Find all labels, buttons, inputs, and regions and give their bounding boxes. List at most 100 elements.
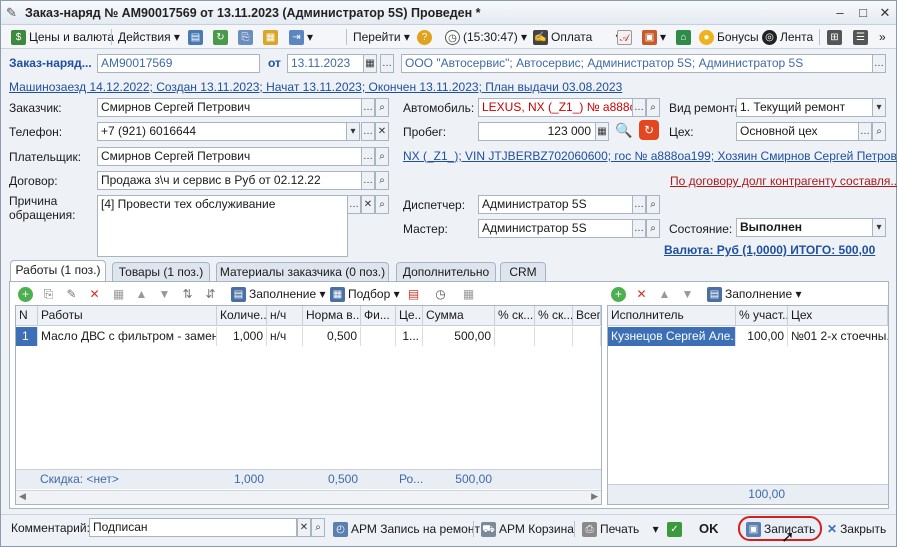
payer-select-button[interactable]: … [361,147,375,166]
phone-dropdown-button[interactable]: ▾ [346,122,360,141]
tab-crm[interactable]: CRM [500,262,546,281]
calculator-icon[interactable]: ▦ [595,122,609,141]
scroll-left-icon[interactable]: ◀ [19,491,26,502]
sort-desc-icon[interactable]: ⇵ [203,287,218,302]
help-button[interactable]: ? [417,27,435,47]
shop-search-icon[interactable]: ⌕ [872,122,886,141]
customer-field[interactable]: Смирнов Сергей Петрович [97,98,362,117]
contract-field[interactable]: Продажа з\ч и сервис в Руб от 02.12.22 [97,171,362,190]
payer-search-icon[interactable]: ⌕ [375,147,389,166]
copy-button[interactable]: ⎘ [238,27,256,47]
col-norm[interactable]: Норма в... [303,306,361,326]
customer-search-icon[interactable]: ⌕ [375,98,389,117]
add-table-icon[interactable]: ▤ [406,287,421,302]
mileage-field[interactable]: 123 000 [478,122,596,141]
shop-select-button[interactable]: … [858,122,872,141]
refresh-mileage-icon[interactable]: ↻ [639,120,659,140]
reason-field[interactable]: [4] Провести тех обслуживание [97,195,348,257]
edit-icon[interactable]: ✎ [64,287,79,302]
date-field[interactable]: 13.11.2023 [287,54,364,73]
delete-icon[interactable]: ✕ [87,287,102,302]
search-mileage-icon[interactable]: 🔍 [615,122,632,139]
payment-menu[interactable]: ✍ Оплата ▾ [533,27,622,47]
maximize-button[interactable]: □ [852,4,874,22]
executor-down-icon[interactable]: ▼ [680,287,695,302]
col-executor[interactable]: Исполнитель [608,306,736,326]
customer-select-button[interactable]: … [361,98,375,117]
state-field[interactable]: Выполнен [736,218,873,237]
print-menu[interactable]: ⎙ Печать ▾ [582,519,659,539]
repair-type-dropdown[interactable]: ▾ [872,98,886,117]
sort-asc-icon[interactable]: ⇅ [180,287,195,302]
refresh-button[interactable]: ↻ [213,27,231,47]
horizontal-scrollbar[interactable]: ◀ ▶ [16,490,601,504]
comment-clear-icon[interactable]: ✕ [297,518,311,537]
master-select-button[interactable]: … [632,219,646,238]
discount-text[interactable]: Скидка: <нет> [40,470,119,489]
executors-fill-menu[interactable]: ▤ Заполнение ▾ [707,284,802,304]
move-up-icon[interactable]: ▲ [134,287,149,302]
sign-button[interactable]: 𝒜 [617,27,635,47]
time-icon[interactable]: ◷ [433,287,448,302]
col-fi[interactable]: Фи... [361,306,396,326]
car-field[interactable]: LEXUS, NX (_Z1_) № а888оа1 [478,98,633,117]
dates-link[interactable]: Машинозаезд 14.12.2022; Создан 13.11.202… [9,80,622,94]
reason-search-icon[interactable]: ⌕ [375,195,389,214]
works-fill-menu[interactable]: ▤ Заполнение ▾ [231,284,326,304]
phone-clear-icon[interactable]: ✕ [375,122,389,141]
currency-link[interactable]: Валюта: Руб (1,0000) ИТОГО: 500,00 [664,243,875,257]
master-field[interactable]: Администратор 5S [478,219,633,238]
delete-executor-icon[interactable]: ✕ [634,287,649,302]
date-menu-button[interactable]: … [380,54,394,73]
prices-button[interactable]: $ Цены и валюта [11,27,114,47]
order-number-field[interactable]: АМ90017569 [97,54,260,73]
company-field[interactable]: ООО "Автосервис"; Автосервис; Администра… [401,54,873,73]
vin-link[interactable]: NX (_Z1_); VIN JTJBERBZ702060600; гос № … [403,149,897,163]
calc-icon[interactable]: ▦ [461,287,476,302]
master-search-icon[interactable]: ⌕ [646,219,660,238]
comment-field[interactable]: Подписан [89,518,297,537]
goto-menu[interactable]: Перейти ▾ [353,27,410,47]
time-button[interactable]: ◷ (15:30:47) ▾ [445,27,527,47]
move-down-icon[interactable]: ▼ [157,287,172,302]
company-select-button[interactable]: … [872,54,886,73]
doc-icon-button[interactable]: ▤ [188,27,206,47]
add-executor-icon[interactable]: + [611,287,626,302]
col-n[interactable]: N [16,306,38,326]
more-button[interactable]: » [879,27,886,47]
col-qty[interactable]: Количе... [217,306,267,326]
add-icon[interactable]: + [18,287,33,302]
cashbox-button[interactable]: ⌂ [676,27,694,47]
works-select-menu[interactable]: ▦ Подбор ▾ [330,284,400,304]
tape-button[interactable]: ◎ Лента [762,27,813,47]
check-button[interactable]: ✓ [667,519,685,539]
col-total[interactable]: Всего [573,306,601,326]
phone-select-button[interactable]: … [361,122,375,141]
structure-button[interactable]: ⇥ ▾ [289,27,313,47]
col-nh[interactable]: н/ч [267,306,303,326]
debt-link[interactable]: По договору долг контрагенту составля... [670,174,897,188]
minimize-button[interactable]: – [829,4,851,22]
arm-cart-button[interactable]: ⛟ АРМ Корзина [481,519,574,539]
repair-type-field[interactable]: 1. Текущий ремонт [736,98,873,117]
bonuses-button[interactable]: ● Бонусы [699,27,759,47]
car-select-button[interactable]: … [632,98,646,117]
dispatcher-select-button[interactable]: … [632,195,646,214]
structure-tree-button[interactable]: ⊞ [827,27,845,47]
col-participation[interactable]: % участ... [736,306,788,326]
save-row-icon[interactable]: ▦ [111,287,126,302]
payer-field[interactable]: Смирнов Сергей Петрович [97,147,362,166]
contract-search-icon[interactable]: ⌕ [375,171,389,190]
copy-row-icon[interactable]: ⎘ [41,287,56,302]
docs-button[interactable]: ▦ [263,27,281,47]
dispatcher-field[interactable]: Администратор 5S [478,195,633,214]
close-button[interactable]: ✕ Закрыть [827,519,886,539]
col-discount-1[interactable]: % ск... [495,306,535,326]
col-sum[interactable]: Сумма [423,306,495,326]
col-works[interactable]: Работы [38,306,217,326]
tab-customer-materials[interactable]: Материалы заказчика (0 поз.) [216,262,389,281]
col-price[interactable]: Це... [396,306,423,326]
dispatcher-search-icon[interactable]: ⌕ [646,195,660,214]
print-form-button[interactable]: ▣ ▾ [642,27,666,47]
executor-up-icon[interactable]: ▲ [657,287,672,302]
